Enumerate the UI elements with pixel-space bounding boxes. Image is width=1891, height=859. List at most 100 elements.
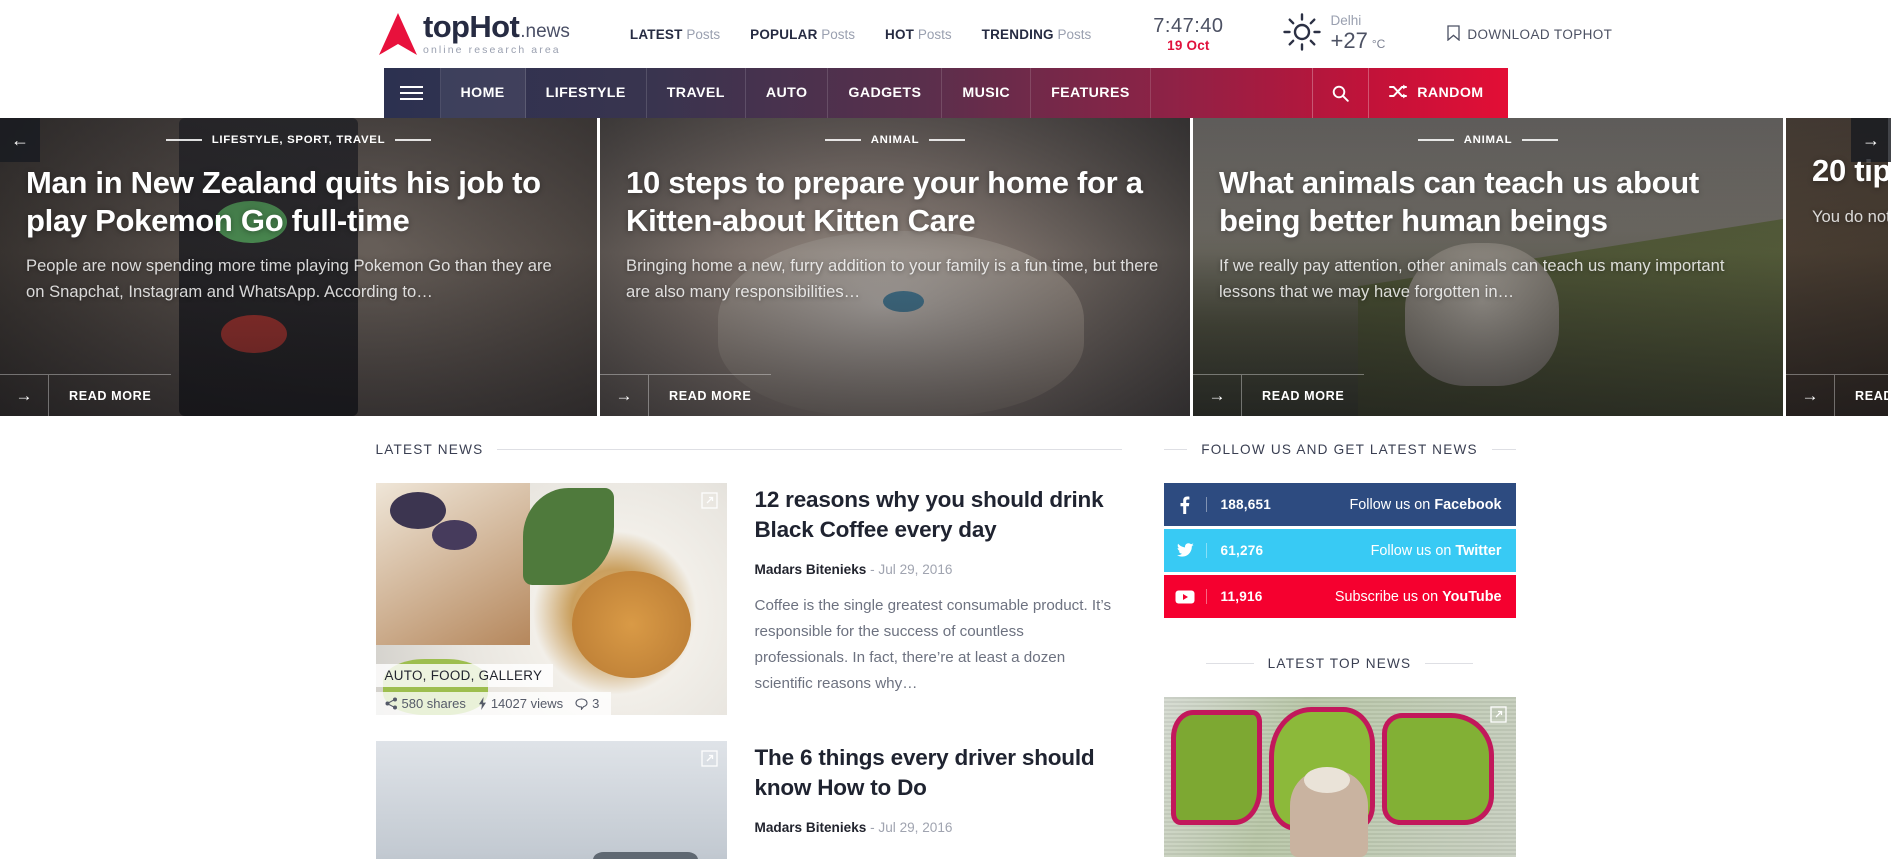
main-nav: HOME LIFESTYLE TRAVEL AUTO GADGETS MUSIC… xyxy=(383,68,1508,118)
heading-rule-left xyxy=(1205,663,1254,664)
main-nav-wrapper: HOME LIFESTYLE TRAVEL AUTO GADGETS MUSIC… xyxy=(0,68,1891,118)
hero-slide-2-category[interactable]: ANIMAL xyxy=(871,134,920,146)
hero-slide-1-excerpt: People are now spending more time playin… xyxy=(26,256,552,301)
post-meta: Madars Bitenieks - Jul 29, 2016 xyxy=(755,562,1122,577)
post-author[interactable]: Madars Bitenieks xyxy=(755,820,867,835)
post-title[interactable]: 12 reasons why you should drink Black Co… xyxy=(755,485,1122,545)
hero-slide-3-read-more[interactable]: → READ MORE xyxy=(1193,374,1365,416)
hero-slide-1-category[interactable]: LIFESTYLE, SPORT, TRAVEL xyxy=(212,134,386,146)
youtube-count: 11,916 xyxy=(1205,589,1263,604)
hero-slide-4-read-more[interactable]: → READ MORE xyxy=(1786,374,1888,416)
nav-item-travel[interactable]: TRAVEL xyxy=(647,68,746,118)
nav-item-auto[interactable]: AUTO xyxy=(746,68,829,118)
youtube-label-prefix: Subscribe us on xyxy=(1334,588,1443,605)
follow-us-title: FOLLOW US AND GET LATEST NEWS xyxy=(1201,442,1478,457)
hero-slide-3-excerpt: If we really pay attention, other animal… xyxy=(1219,256,1725,301)
brand-tld: .news xyxy=(520,20,570,42)
nav-item-gadgets[interactable]: GADGETS xyxy=(828,68,943,118)
nav-item-home[interactable]: HOME xyxy=(440,68,526,118)
search-icon[interactable] xyxy=(1312,68,1368,118)
page-content: LATEST NEWS AUTO, FOOD, GALLERY 580 shar… xyxy=(0,416,1891,859)
hero-slide-3-read-more-label: READ MORE xyxy=(1241,375,1364,416)
latest-top-news-thumbnail[interactable] xyxy=(1163,697,1516,857)
social-youtube-button[interactable]: 11,916 Subscribe us on YouTube xyxy=(1163,575,1516,618)
hero-slide-2[interactable]: ANIMAL 10 steps to prepare your home for… xyxy=(600,118,1193,416)
hero-slide-4-excerpt: You do not space suit. xyxy=(1812,206,1891,226)
expand-icon[interactable] xyxy=(700,492,718,509)
post-views-label: 14027 views xyxy=(490,696,564,711)
latest-top-news-heading: LATEST TOP NEWS xyxy=(1164,656,1516,671)
post-meta: Madars Bitenieks - Jul 29, 2016 xyxy=(755,820,1122,835)
post-date: - Jul 29, 2016 xyxy=(870,561,953,577)
social-facebook-button[interactable]: 188,651 Follow us on Facebook xyxy=(1163,483,1516,526)
arrow-right-icon: → xyxy=(15,385,33,405)
twitter-count: 61,276 xyxy=(1205,543,1264,558)
sun-icon xyxy=(1282,12,1322,57)
arrow-right-icon: → xyxy=(1801,385,1819,405)
post-shares-label: 580 shares xyxy=(401,696,466,711)
hero-slide-3-category[interactable]: ANIMAL xyxy=(1464,134,1513,146)
main-column: LATEST NEWS AUTO, FOOD, GALLERY 580 shar… xyxy=(375,442,1122,859)
header-link-trending-strong: TRENDING xyxy=(981,26,1054,42)
hero-slide-2-title[interactable]: 10 steps to prepare your home for a Kitt… xyxy=(626,164,1164,239)
hero-slide-2-read-more-label: READ MORE xyxy=(648,375,771,416)
hero-slider: ← LIFESTYLE, SPORT, TRAVEL Man in New Ze… xyxy=(0,118,1891,416)
twitter-label-name: Twitter xyxy=(1455,542,1502,559)
rule-right xyxy=(1522,139,1559,141)
nav-item-lifestyle[interactable]: LIFESTYLE xyxy=(526,68,647,118)
rule-left xyxy=(824,139,861,141)
site-logo[interactable]: topHot .news online research area xyxy=(377,11,570,58)
hero-slide-1-title[interactable]: Man in New Zealand quits his job to play… xyxy=(26,164,571,239)
post-thumbnail[interactable]: AUTO, FOOD, GALLERY 580 shares 14027 vie… xyxy=(375,483,727,715)
social-twitter-button[interactable]: 61,276 Follow us on Twitter xyxy=(1163,529,1516,572)
hero-next-button[interactable]: → xyxy=(1851,118,1891,162)
header-link-popular-light: Posts xyxy=(817,26,856,42)
header-link-popular[interactable]: POPULAR Posts xyxy=(750,27,855,42)
post-thumbnail[interactable] xyxy=(375,741,727,859)
weather-city: Delhi xyxy=(1330,13,1362,29)
nav-item-features[interactable]: FEATURES xyxy=(1031,68,1151,118)
red-arrow-logo-icon xyxy=(377,11,419,57)
hero-slide-3-title[interactable]: What animals can teach us about being be… xyxy=(1219,164,1757,239)
hero-slide-1-read-more[interactable]: → READ MORE xyxy=(0,374,172,416)
bolt-icon xyxy=(478,697,486,710)
hero-slide-1[interactable]: LIFESTYLE, SPORT, TRAVEL Man in New Zeal… xyxy=(0,118,600,416)
random-button[interactable]: RANDOM xyxy=(1368,68,1507,118)
hero-slide-4[interactable]: 20 tips Motor You do not space suit. → R… xyxy=(1786,118,1891,416)
download-tophot-button[interactable]: DOWNLOAD TOPHOT xyxy=(1447,24,1612,44)
brand-tagline: online research area xyxy=(423,43,561,56)
hero-slide-2-read-more[interactable]: → READ MORE xyxy=(600,374,772,416)
post-title[interactable]: The 6 things every driver should know Ho… xyxy=(755,743,1122,803)
expand-icon[interactable] xyxy=(1489,706,1507,723)
header-link-hot[interactable]: HOT Posts xyxy=(885,27,952,42)
arrow-right-icon: → xyxy=(1208,385,1226,405)
clock-date: 19 Oct xyxy=(1167,37,1210,53)
header-link-latest[interactable]: LATEST Posts xyxy=(630,27,720,42)
post-categories[interactable]: AUTO, FOOD, GALLERY xyxy=(375,664,554,687)
facebook-icon xyxy=(1164,496,1206,514)
weather-unit: °C xyxy=(1371,37,1386,52)
post-author[interactable]: Madars Bitenieks xyxy=(755,562,867,577)
youtube-icon xyxy=(1164,590,1206,604)
random-label: RANDOM xyxy=(1417,85,1484,101)
rule-right xyxy=(395,139,432,141)
header-link-latest-light: Posts xyxy=(682,26,721,42)
expand-icon[interactable] xyxy=(700,750,718,767)
post-item: AUTO, FOOD, GALLERY 580 shares 14027 vie… xyxy=(375,483,1122,715)
share-icon xyxy=(385,697,397,710)
bookmark-icon xyxy=(1447,24,1460,44)
nav-item-music[interactable]: MUSIC xyxy=(942,68,1032,118)
hamburger-menu-icon[interactable] xyxy=(384,68,441,118)
post-comments: 3 xyxy=(575,696,599,711)
comment-icon xyxy=(575,697,588,710)
sidebar: FOLLOW US AND GET LATEST NEWS 188,651 Fo… xyxy=(1163,442,1516,859)
hero-prev-button[interactable]: ← xyxy=(0,118,40,162)
hero-slide-2-category-row: ANIMAL xyxy=(626,134,1164,146)
latest-news-heading: LATEST NEWS xyxy=(376,442,1122,457)
rule-left xyxy=(1417,139,1454,141)
rule-right xyxy=(929,139,966,141)
post-body: The 6 things every driver should know Ho… xyxy=(755,741,1122,859)
post-thumbnail-image xyxy=(375,741,727,859)
header-link-trending[interactable]: TRENDING Posts xyxy=(982,27,1092,42)
hero-slide-3[interactable]: ANIMAL What animals can teach us about b… xyxy=(1193,118,1786,416)
